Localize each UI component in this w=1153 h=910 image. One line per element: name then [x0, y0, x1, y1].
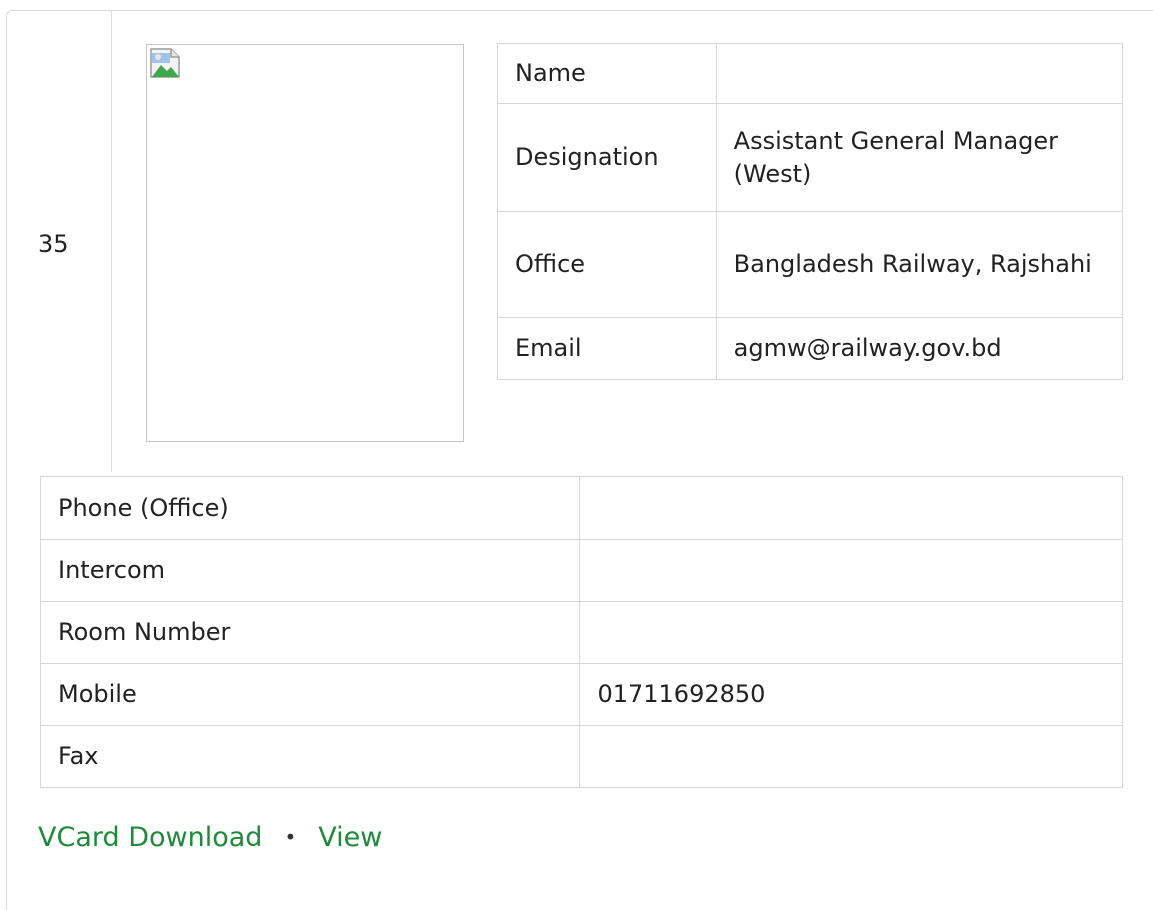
table-row: Name — [497, 43, 1124, 104]
mobile-label: Mobile — [39, 663, 581, 726]
table-row: Fax — [39, 725, 1123, 788]
table-row: Email agmw@railway.gov.bd — [497, 317, 1124, 380]
fax-value — [579, 725, 1123, 788]
email-label: Email — [497, 317, 717, 380]
profile-info-table: Name Designation Assistant General Manag… — [497, 43, 1124, 380]
table-row: Room Number — [39, 601, 1123, 664]
table-row: Mobile 01711692850 — [39, 663, 1123, 726]
designation-label: Designation — [497, 103, 717, 212]
intercom-value — [579, 539, 1123, 602]
table-row: Office Bangladesh Railway, Rajshahi — [497, 211, 1124, 318]
column-divider — [111, 10, 112, 472]
name-label: Name — [497, 43, 717, 104]
table-row: Designation Assistant General Manager (W… — [497, 103, 1124, 212]
room-number-label: Room Number — [39, 601, 581, 664]
link-separator: • — [284, 825, 297, 849]
email-value: agmw@railway.gov.bd — [715, 317, 1124, 380]
designation-value: Assistant General Manager (West) — [715, 103, 1124, 212]
phone-office-value — [579, 476, 1123, 540]
phone-office-label: Phone (Office) — [39, 476, 581, 540]
table-row: Phone (Office) — [39, 476, 1123, 540]
office-label: Office — [497, 211, 717, 318]
profile-photo — [146, 44, 464, 442]
view-link[interactable]: View — [318, 822, 382, 853]
room-number-value — [579, 601, 1123, 664]
serial-number: 35 — [38, 230, 69, 258]
contact-info-table: Phone (Office) Intercom Room Number Mobi… — [39, 476, 1123, 788]
vcard-download-link[interactable]: VCard Download — [38, 822, 262, 853]
mobile-value: 01711692850 — [579, 663, 1123, 726]
intercom-label: Intercom — [39, 539, 581, 602]
action-links: VCard Download • View — [38, 819, 382, 858]
office-value: Bangladesh Railway, Rajshahi — [715, 211, 1124, 318]
fax-label: Fax — [39, 725, 581, 788]
table-row: Intercom — [39, 539, 1123, 602]
broken-image-icon — [150, 48, 180, 78]
name-value — [715, 43, 1124, 104]
